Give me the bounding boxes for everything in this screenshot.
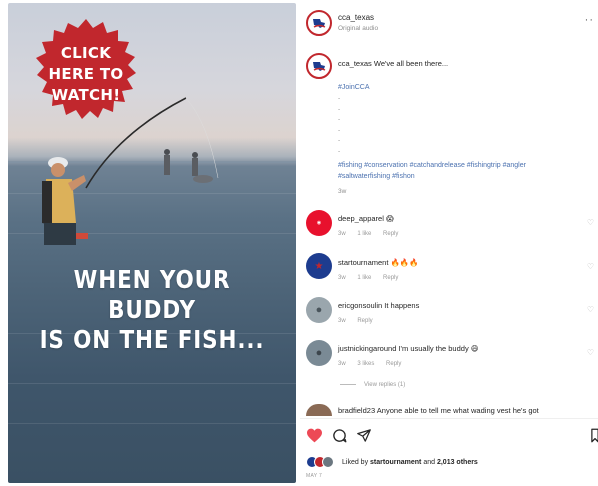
comment-line: startournament 🔥🔥🔥 (338, 258, 419, 267)
hashtags-line[interactable]: #fishing #conservation #catchandrelease … (338, 160, 526, 171)
hashtags-line[interactable]: #saltwaterfishing #fishon (338, 171, 415, 182)
caption-dots: - - - - - - (338, 94, 340, 157)
liker-avatar[interactable] (322, 456, 334, 468)
comment-avatar[interactable]: ★ (306, 253, 332, 279)
comment-meta: 3w 1 like Reply (338, 231, 408, 237)
comment-text: Anyone able to tell me what wading vest … (376, 406, 539, 415)
video-caption-overlay: WHEN YOUR BUDDY IS ON THE FISH... (28, 265, 276, 355)
reply-button[interactable]: Reply (386, 361, 401, 367)
comment-line: justnickingaround I'm usually the buddy … (338, 344, 479, 353)
comment-text: 😱 (385, 214, 394, 223)
comment-age: 3w (338, 231, 346, 237)
comment-line: deep_apparel 😱 (338, 214, 394, 223)
caption-username[interactable]: cca_texas (338, 59, 372, 68)
hashtag-joincca[interactable]: #JoinCCA (338, 82, 370, 93)
badge-line: WATCH! (51, 86, 121, 104)
audio-label[interactable]: Original audio (338, 25, 378, 32)
caption-line: cca_texas We've all been there... (338, 59, 448, 68)
startournament-logo-icon: ★ (314, 260, 324, 272)
comment-line: ericgonsoulin It happens (338, 301, 419, 310)
badge-line: CLICK (60, 44, 112, 62)
comment-line: bradfield23 Anyone able to tell me what … (338, 406, 593, 415)
comment-age: 3w (338, 318, 346, 324)
angler-figure (42, 157, 88, 245)
caption-dot: - (338, 105, 341, 113)
caption-dot: - (338, 95, 341, 102)
overlay-line: WHEN YOUR BUDDY (73, 265, 231, 324)
comment-likes[interactable]: 1 like (357, 275, 371, 281)
caption-dot: - (338, 126, 341, 134)
comment-username[interactable]: deep_apparel (338, 214, 384, 223)
view-replies-label[interactable]: View replies (1) (364, 382, 405, 388)
comment-avatar[interactable] (306, 404, 332, 416)
caption-dot: - (338, 147, 341, 155)
caption-text: We've all been there... (373, 59, 449, 68)
likes-user[interactable]: startournament (370, 459, 421, 466)
reply-button[interactable]: Reply (383, 275, 398, 281)
post-sidebar: cca_texas Original audio · · cca_texas W… (300, 0, 598, 486)
comment-bubble-icon[interactable] (332, 428, 347, 443)
like-heart-icon[interactable] (306, 428, 323, 443)
like-comment-icon[interactable]: ♡ (587, 305, 594, 314)
like-comment-icon[interactable]: ♡ (587, 348, 594, 357)
save-bookmark-icon[interactable] (590, 428, 598, 443)
account-username[interactable]: cca_texas (338, 13, 374, 22)
more-options-icon[interactable]: · · (585, 14, 593, 26)
cca-logo-icon (313, 19, 326, 28)
comment-username[interactable]: bradfield23 (338, 406, 375, 415)
view-replies-button[interactable]: View replies (1) (340, 382, 415, 388)
comment-meta: 3w 1 like Reply (338, 275, 408, 281)
comment-meta: 3w Reply (338, 318, 383, 324)
badge-line: HERE TO (48, 65, 124, 83)
comment-text: I'm usually the buddy 😄 (398, 344, 479, 353)
comment-likes[interactable]: 3 likes (357, 361, 374, 367)
comment-avatar[interactable]: ● (306, 340, 332, 366)
user-photo-icon: ● (315, 347, 323, 359)
reply-button[interactable]: Reply (383, 231, 398, 237)
cca-logo-icon (313, 62, 326, 71)
post-date: MAY 7 (306, 473, 323, 479)
section-divider (300, 418, 598, 419)
likes-summary: Liked by startournament and 2,013 others (342, 459, 478, 466)
account-avatar[interactable] (306, 10, 332, 36)
likes-count[interactable]: 2,013 others (437, 459, 478, 466)
comment-text: 🔥🔥🔥 (390, 258, 419, 267)
replies-divider (340, 383, 356, 385)
comment-username[interactable]: ericgonsoulin (338, 301, 382, 310)
caption-avatar[interactable] (306, 53, 332, 79)
comment-age: 3w (338, 361, 346, 367)
deep-apparel-logo-icon: ◉ (316, 220, 322, 226)
caption-dot: - (338, 116, 341, 123)
water-ripple (8, 423, 296, 424)
comment-age: 3w (338, 275, 346, 281)
badge-label[interactable]: CLICK HERE TO WATCH! (30, 43, 142, 106)
likes-middle: and (423, 459, 436, 466)
comment-meta: 3w 3 likes Reply (338, 361, 411, 367)
comment-username[interactable]: justnickingaround (338, 344, 396, 353)
like-comment-icon[interactable]: ♡ (587, 218, 594, 227)
overlay-line: IS ON THE FISH... (39, 325, 265, 354)
caption-age: 3w (338, 188, 347, 195)
comment-avatar[interactable]: ◉ (306, 210, 332, 236)
comment-text: It happens (384, 301, 420, 310)
comment-likes[interactable]: 1 like (357, 231, 371, 237)
like-comment-icon[interactable]: ♡ (587, 262, 594, 271)
likes-prefix: Liked by (342, 459, 369, 466)
caption-dot: - (338, 137, 341, 144)
reply-button[interactable]: Reply (357, 318, 372, 324)
post-media[interactable]: CLICK HERE TO WATCH! WHEN YOUR BUDDY IS … (8, 3, 296, 483)
user-photo-icon: ● (315, 304, 323, 316)
comment-avatar[interactable]: ● (306, 297, 332, 323)
water-ripple (8, 383, 296, 384)
share-paper-plane-icon[interactable] (356, 428, 372, 443)
comment-username[interactable]: startournament (338, 258, 388, 267)
